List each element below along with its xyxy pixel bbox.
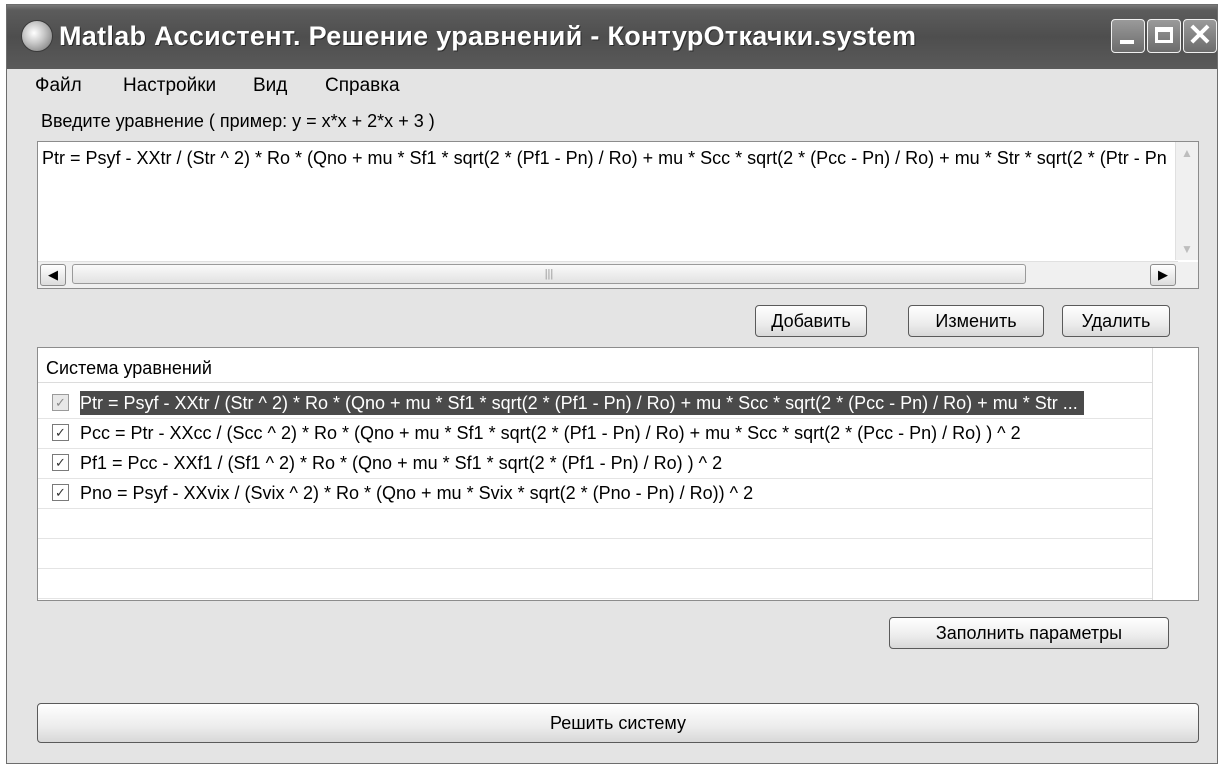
window-title: Matlab Ассистент. Решение уравнений - Ко…	[59, 21, 917, 51]
equation-text: Pf1 = Pcc - XXf1 / (Sf1 ^ 2) * Ro * (Qno…	[80, 453, 723, 473]
list-item[interactable]: ✓ Pf1 = Pcc - XXf1 / (Sf1 ^ 2) * Ro * (Q…	[38, 448, 1152, 479]
solve-system-button[interactable]: Решить систему	[37, 703, 1199, 743]
close-button[interactable]: ✕	[1183, 19, 1217, 53]
add-button[interactable]: Добавить	[755, 305, 867, 337]
delete-button[interactable]: Удалить	[1062, 305, 1170, 337]
list-item[interactable]: ✓ Pcc = Ptr - XXcc / (Scc ^ 2) * Ro * (Q…	[38, 418, 1152, 449]
fill-parameters-button[interactable]: Заполнить параметры	[889, 617, 1169, 649]
checkbox[interactable]: ✓	[52, 484, 69, 501]
scroll-down-icon[interactable]: ▼	[1178, 240, 1196, 258]
checkbox[interactable]: ✓	[52, 454, 69, 471]
minimize-icon	[1120, 40, 1134, 44]
equation-system-list[interactable]: Система уравнений ✓ Ptr = Psyf - XXtr / …	[37, 347, 1199, 601]
list-item[interactable]: ✓ Ptr = Psyf - XXtr / (Str ^ 2) * Ro * (…	[38, 388, 1152, 419]
menu-view[interactable]: Вид	[253, 75, 287, 97]
scroll-left-icon[interactable]: ◀	[40, 264, 66, 286]
equation-input-text[interactable]: Ptr = Psyf - XXtr / (Str ^ 2) * Ro * (Qn…	[42, 148, 1166, 169]
menu-bar: Файл Настройки Вид Справка	[7, 69, 1217, 105]
scroll-corner	[1176, 262, 1198, 288]
list-header[interactable]: Система уравнений	[38, 348, 1152, 383]
horizontal-scroll-thumb[interactable]: |||	[72, 264, 1026, 284]
matlab-app-icon[interactable]	[21, 20, 53, 52]
list-header-label: Система уравнений	[46, 358, 212, 378]
equation-text: Ptr = Psyf - XXtr / (Str ^ 2) * Ro * (Qn…	[80, 391, 1084, 415]
empty-row	[38, 508, 1152, 539]
edit-button[interactable]: Изменить	[908, 305, 1044, 337]
column-divider	[1152, 348, 1153, 600]
title-bar[interactable]: Matlab Ассистент. Решение уравнений - Ко…	[7, 5, 1217, 69]
menu-help[interactable]: Справка	[325, 75, 400, 97]
equation-input-label: Введите уравнение ( пример: y = x*x + 2*…	[41, 111, 435, 131]
close-icon: ✕	[1187, 19, 1213, 52]
equation-text: Pno = Psyf - XXvix / (Svix ^ 2) * Ro * (…	[80, 483, 754, 503]
empty-row	[38, 538, 1152, 569]
checkbox[interactable]: ✓	[52, 394, 69, 411]
menu-file[interactable]: Файл	[35, 75, 82, 97]
maximize-icon	[1155, 27, 1173, 43]
empty-row	[38, 568, 1152, 599]
equation-input[interactable]: Ptr = Psyf - XXtr / (Str ^ 2) * Ro * (Qn…	[37, 141, 1199, 289]
minimize-button[interactable]	[1111, 19, 1145, 53]
equation-text: Pcc = Ptr - XXcc / (Scc ^ 2) * Ro * (Qno…	[80, 423, 1021, 443]
checkbox[interactable]: ✓	[52, 424, 69, 441]
app-window: Matlab Ассистент. Решение уравнений - Ко…	[6, 4, 1218, 764]
scroll-up-icon[interactable]: ▲	[1178, 144, 1196, 162]
list-item[interactable]: ✓ Pno = Psyf - XXvix / (Svix ^ 2) * Ro *…	[38, 478, 1152, 509]
scroll-right-icon[interactable]: ▶	[1150, 264, 1176, 286]
horizontal-scrollbar[interactable]: ◀ ||| ▶	[38, 261, 1178, 288]
menu-settings[interactable]: Настройки	[123, 75, 216, 97]
maximize-button[interactable]	[1147, 19, 1181, 53]
vertical-scrollbar[interactable]: ▲ ▼	[1175, 142, 1198, 260]
